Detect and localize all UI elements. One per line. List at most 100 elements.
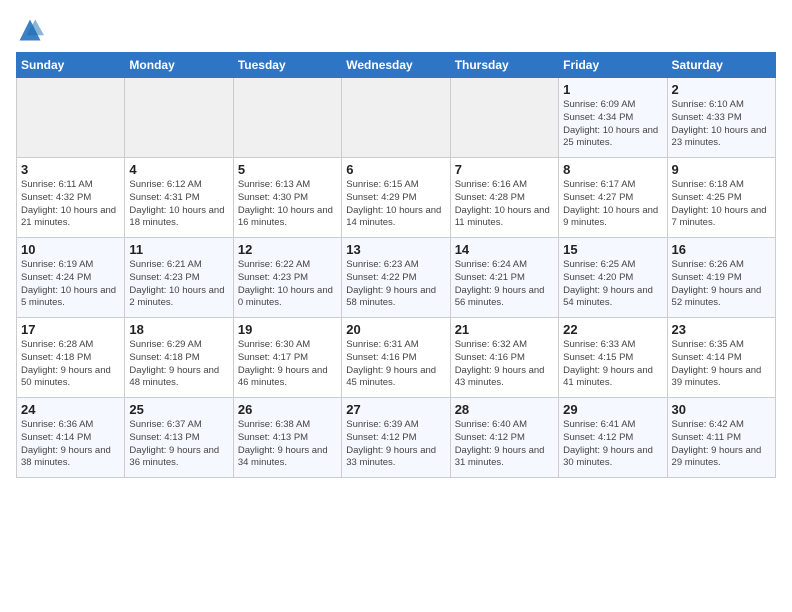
day-info: Sunrise: 6:42 AM Sunset: 4:11 PM Dayligh… (672, 419, 771, 470)
day-number: 18 (129, 322, 228, 337)
day-info: Sunrise: 6:19 AM Sunset: 4:24 PM Dayligh… (21, 259, 120, 310)
day-info: Sunrise: 6:23 AM Sunset: 4:22 PM Dayligh… (346, 259, 445, 310)
calendar-cell: 28 Sunrise: 6:40 AM Sunset: 4:12 PM Dayli… (450, 398, 558, 478)
day-number: 2 (672, 82, 771, 97)
calendar-cell (233, 78, 341, 158)
day-info: Sunrise: 6:16 AM Sunset: 4:28 PM Dayligh… (455, 179, 554, 230)
day-number: 17 (21, 322, 120, 337)
day-number: 1 (563, 82, 662, 97)
day-number: 7 (455, 162, 554, 177)
calendar-header: SundayMondayTuesdayWednesdayThursdayFrid… (17, 53, 776, 78)
day-info: Sunrise: 6:36 AM Sunset: 4:14 PM Dayligh… (21, 419, 120, 470)
calendar-cell: 12 Sunrise: 6:22 AM Sunset: 4:23 PM Dayli… (233, 238, 341, 318)
day-number: 12 (238, 242, 337, 257)
day-info: Sunrise: 6:15 AM Sunset: 4:29 PM Dayligh… (346, 179, 445, 230)
day-number: 14 (455, 242, 554, 257)
logo (16, 16, 48, 44)
day-info: Sunrise: 6:21 AM Sunset: 4:23 PM Dayligh… (129, 259, 228, 310)
day-number: 11 (129, 242, 228, 257)
day-info: Sunrise: 6:37 AM Sunset: 4:13 PM Dayligh… (129, 419, 228, 470)
day-number: 4 (129, 162, 228, 177)
weekday-row: SundayMondayTuesdayWednesdayThursdayFrid… (17, 53, 776, 78)
day-info: Sunrise: 6:22 AM Sunset: 4:23 PM Dayligh… (238, 259, 337, 310)
calendar-cell: 17Sunrise: 6:28 AM Sunset: 4:18 PM Dayli… (17, 318, 125, 398)
calendar-table: SundayMondayTuesdayWednesdayThursdayFrid… (16, 52, 776, 478)
calendar-cell: 11 Sunrise: 6:21 AM Sunset: 4:23 PM Dayli… (125, 238, 233, 318)
day-info: Sunrise: 6:25 AM Sunset: 4:20 PM Dayligh… (563, 259, 662, 310)
day-info: Sunrise: 6:35 AM Sunset: 4:14 PM Dayligh… (672, 339, 771, 390)
day-info: Sunrise: 6:29 AM Sunset: 4:18 PM Dayligh… (129, 339, 228, 390)
calendar-cell: 5 Sunrise: 6:13 AM Sunset: 4:30 PM Daylig… (233, 158, 341, 238)
weekday-header: Wednesday (342, 53, 450, 78)
calendar-week-row: 10Sunrise: 6:19 AM Sunset: 4:24 PM Dayli… (17, 238, 776, 318)
calendar-cell: 23 Sunrise: 6:35 AM Sunset: 4:14 PM Dayli… (667, 318, 775, 398)
calendar-cell (17, 78, 125, 158)
day-info: Sunrise: 6:09 AM Sunset: 4:34 PM Dayligh… (563, 99, 662, 150)
day-number: 15 (563, 242, 662, 257)
calendar-cell: 18 Sunrise: 6:29 AM Sunset: 4:18 PM Dayli… (125, 318, 233, 398)
day-number: 16 (672, 242, 771, 257)
day-number: 23 (672, 322, 771, 337)
calendar-cell (125, 78, 233, 158)
day-info: Sunrise: 6:18 AM Sunset: 4:25 PM Dayligh… (672, 179, 771, 230)
day-info: Sunrise: 6:11 AM Sunset: 4:32 PM Dayligh… (21, 179, 120, 230)
page-header (16, 16, 776, 44)
day-number: 22 (563, 322, 662, 337)
calendar-cell: 22 Sunrise: 6:33 AM Sunset: 4:15 PM Dayli… (559, 318, 667, 398)
day-info: Sunrise: 6:38 AM Sunset: 4:13 PM Dayligh… (238, 419, 337, 470)
calendar-cell: 15 Sunrise: 6:25 AM Sunset: 4:20 PM Dayli… (559, 238, 667, 318)
day-info: Sunrise: 6:24 AM Sunset: 4:21 PM Dayligh… (455, 259, 554, 310)
day-info: Sunrise: 6:39 AM Sunset: 4:12 PM Dayligh… (346, 419, 445, 470)
weekday-header: Tuesday (233, 53, 341, 78)
calendar-cell: 24Sunrise: 6:36 AM Sunset: 4:14 PM Dayli… (17, 398, 125, 478)
day-number: 28 (455, 402, 554, 417)
calendar-week-row: 24Sunrise: 6:36 AM Sunset: 4:14 PM Dayli… (17, 398, 776, 478)
day-info: Sunrise: 6:26 AM Sunset: 4:19 PM Dayligh… (672, 259, 771, 310)
calendar-cell: 6 Sunrise: 6:15 AM Sunset: 4:29 PM Daylig… (342, 158, 450, 238)
calendar-body: 1 Sunrise: 6:09 AM Sunset: 4:34 PM Daylig… (17, 78, 776, 478)
calendar-cell: 19 Sunrise: 6:30 AM Sunset: 4:17 PM Dayli… (233, 318, 341, 398)
logo-icon (16, 16, 44, 44)
calendar-cell: 7 Sunrise: 6:16 AM Sunset: 4:28 PM Daylig… (450, 158, 558, 238)
calendar-cell: 20Sunrise: 6:31 AM Sunset: 4:16 PM Dayli… (342, 318, 450, 398)
calendar-cell: 4 Sunrise: 6:12 AM Sunset: 4:31 PM Daylig… (125, 158, 233, 238)
calendar-cell: 13 Sunrise: 6:23 AM Sunset: 4:22 PM Dayli… (342, 238, 450, 318)
calendar-cell: 10Sunrise: 6:19 AM Sunset: 4:24 PM Dayli… (17, 238, 125, 318)
day-number: 8 (563, 162, 662, 177)
day-number: 30 (672, 402, 771, 417)
day-info: Sunrise: 6:30 AM Sunset: 4:17 PM Dayligh… (238, 339, 337, 390)
day-info: Sunrise: 6:10 AM Sunset: 4:33 PM Dayligh… (672, 99, 771, 150)
day-info: Sunrise: 6:13 AM Sunset: 4:30 PM Dayligh… (238, 179, 337, 230)
weekday-header: Friday (559, 53, 667, 78)
day-info: Sunrise: 6:12 AM Sunset: 4:31 PM Dayligh… (129, 179, 228, 230)
weekday-header: Monday (125, 53, 233, 78)
calendar-week-row: 17Sunrise: 6:28 AM Sunset: 4:18 PM Dayli… (17, 318, 776, 398)
day-number: 19 (238, 322, 337, 337)
calendar-week-row: 3 Sunrise: 6:11 AM Sunset: 4:32 PM Daylig… (17, 158, 776, 238)
day-info: Sunrise: 6:33 AM Sunset: 4:15 PM Dayligh… (563, 339, 662, 390)
calendar-cell: 16 Sunrise: 6:26 AM Sunset: 4:19 PM Dayli… (667, 238, 775, 318)
calendar-cell: 2 Sunrise: 6:10 AM Sunset: 4:33 PM Daylig… (667, 78, 775, 158)
day-info: Sunrise: 6:40 AM Sunset: 4:12 PM Dayligh… (455, 419, 554, 470)
day-info: Sunrise: 6:17 AM Sunset: 4:27 PM Dayligh… (563, 179, 662, 230)
day-number: 29 (563, 402, 662, 417)
day-info: Sunrise: 6:32 AM Sunset: 4:16 PM Dayligh… (455, 339, 554, 390)
calendar-cell: 29 Sunrise: 6:41 AM Sunset: 4:12 PM Dayli… (559, 398, 667, 478)
day-number: 6 (346, 162, 445, 177)
day-number: 3 (21, 162, 120, 177)
day-number: 5 (238, 162, 337, 177)
calendar-cell (450, 78, 558, 158)
calendar-cell: 8 Sunrise: 6:17 AM Sunset: 4:27 PM Daylig… (559, 158, 667, 238)
day-number: 27 (346, 402, 445, 417)
calendar-cell: 1 Sunrise: 6:09 AM Sunset: 4:34 PM Daylig… (559, 78, 667, 158)
calendar-cell: 30 Sunrise: 6:42 AM Sunset: 4:11 PM Dayli… (667, 398, 775, 478)
calendar-cell: 25Sunrise: 6:37 AM Sunset: 4:13 PM Dayli… (125, 398, 233, 478)
calendar-week-row: 1 Sunrise: 6:09 AM Sunset: 4:34 PM Daylig… (17, 78, 776, 158)
calendar-cell: 14 Sunrise: 6:24 AM Sunset: 4:21 PM Dayli… (450, 238, 558, 318)
day-info: Sunrise: 6:41 AM Sunset: 4:12 PM Dayligh… (563, 419, 662, 470)
weekday-header: Saturday (667, 53, 775, 78)
day-number: 21 (455, 322, 554, 337)
day-number: 13 (346, 242, 445, 257)
calendar-cell: 3 Sunrise: 6:11 AM Sunset: 4:32 PM Daylig… (17, 158, 125, 238)
calendar-cell: 21 Sunrise: 6:32 AM Sunset: 4:16 PM Dayli… (450, 318, 558, 398)
